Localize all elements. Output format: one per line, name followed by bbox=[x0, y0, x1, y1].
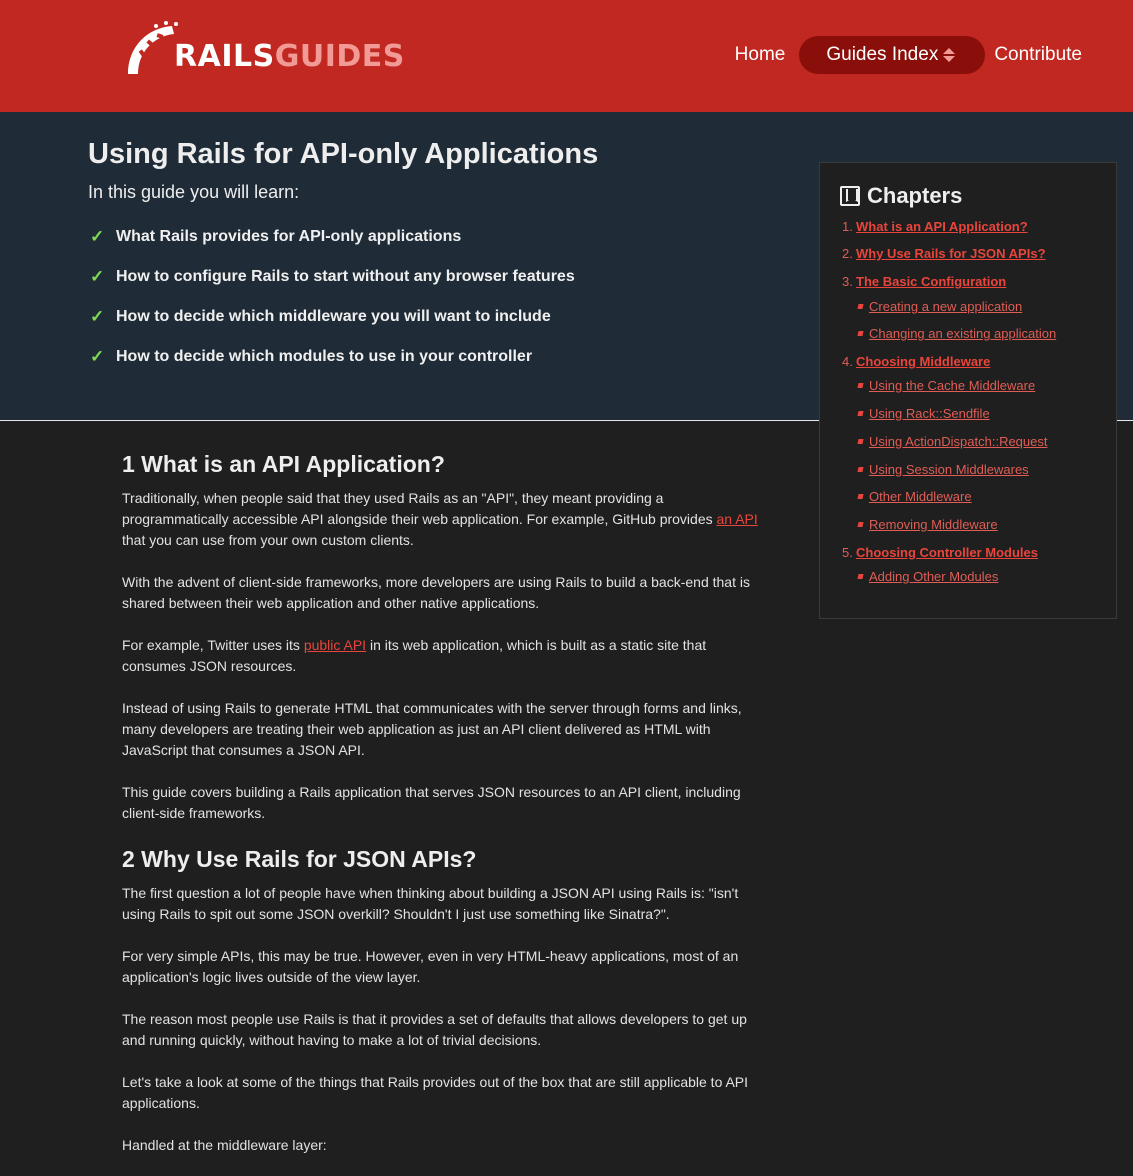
learn-item: ✓ What Rails provides for API-only applic… bbox=[90, 227, 462, 246]
rails-logo-icon bbox=[128, 21, 178, 74]
section-heading: 2 Why Use Rails for JSON APIs? bbox=[122, 846, 477, 872]
toc-number: 2. bbox=[842, 246, 853, 261]
bullet-icon bbox=[857, 522, 864, 527]
paragraph: This guide covers building a Rails appli… bbox=[122, 784, 741, 821]
bullet-icon bbox=[857, 331, 864, 336]
bullet-icon bbox=[857, 494, 864, 499]
chapters-heading: Chapters bbox=[840, 183, 962, 209]
nav-contribute-link[interactable]: Contribute bbox=[994, 44, 1082, 66]
paragraph: For very simple APIs, this may be true. … bbox=[122, 948, 739, 985]
twitter-public-api-link[interactable]: public API bbox=[304, 637, 366, 653]
bullet-icon bbox=[857, 467, 864, 472]
toc-link-choosing-middleware[interactable]: Choosing Middleware bbox=[856, 354, 990, 369]
toc-link-why-rails-json[interactable]: Why Use Rails for JSON APIs? bbox=[856, 246, 1046, 261]
toc-link-other-middleware[interactable]: Other Middleware bbox=[869, 489, 972, 504]
paragraph: Handled at the middleware layer: bbox=[122, 1137, 327, 1153]
learn-item: ✓ How to configure Rails to start without… bbox=[90, 267, 575, 286]
paragraph: For example, Twitter uses its public API… bbox=[122, 637, 707, 674]
checkmark-icon: ✓ bbox=[90, 267, 105, 286]
top-navigation-bar: RAILSGUIDES Home Guides Index Contribute bbox=[0, 0, 1133, 112]
paragraph: The first question a lot of people have … bbox=[122, 885, 739, 922]
toc-link-controller-modules[interactable]: Choosing Controller Modules bbox=[856, 545, 1038, 560]
rails-guides-logo[interactable]: RAILSGUIDES bbox=[126, 18, 405, 74]
page-title: Using Rails for API-only Applications bbox=[88, 138, 599, 170]
toc-link-cache-middleware[interactable]: Using the Cache Middleware bbox=[869, 378, 1035, 393]
toc-link-creating-new-app[interactable]: Creating a new application bbox=[869, 299, 1022, 314]
toc-link-basic-configuration[interactable]: The Basic Configuration bbox=[856, 274, 1006, 289]
learn-item: ✓ How to decide which middleware you will… bbox=[90, 307, 551, 326]
toc-link-rack-sendfile[interactable]: Using Rack::Sendfile bbox=[869, 406, 990, 421]
toc-link-changing-existing-app[interactable]: Changing an existing application bbox=[869, 326, 1056, 341]
paragraph: With the advent of client-side framework… bbox=[122, 574, 750, 611]
toc-number: 1. bbox=[842, 219, 853, 234]
section-heading: 1 What is an API Application? bbox=[122, 451, 445, 477]
learn-item: ✓ How to decide which modules to use in y… bbox=[90, 347, 533, 366]
bullet-icon bbox=[857, 439, 864, 444]
sort-arrows-icon bbox=[943, 48, 956, 62]
bullet-icon bbox=[857, 304, 864, 309]
learn-list: ✓ What Rails provides for API-only applic… bbox=[90, 226, 575, 386]
checkmark-icon: ✓ bbox=[90, 347, 105, 366]
logo-guides-text: GUIDES bbox=[274, 39, 405, 74]
toc-link-removing-middleware[interactable]: Removing Middleware bbox=[869, 517, 998, 532]
toc-number: 4. bbox=[842, 354, 853, 369]
toc-link-adding-other-modules[interactable]: Adding Other Modules bbox=[869, 569, 998, 584]
nav-home-link[interactable]: Home bbox=[735, 44, 786, 66]
bullet-icon bbox=[857, 383, 864, 388]
bookmark-icon bbox=[840, 186, 860, 206]
toc-link-actiondispatch-request[interactable]: Using ActionDispatch::Request bbox=[869, 434, 1047, 449]
paragraph: The reason most people use Rails is that… bbox=[122, 1011, 747, 1048]
guides-index-label: Guides Index bbox=[826, 44, 939, 65]
toc-number: 3. bbox=[842, 274, 853, 289]
main-nav: Home Guides Index Contribute bbox=[735, 36, 1082, 74]
bullet-icon bbox=[857, 574, 864, 579]
logo-rails-text: RAILS bbox=[174, 39, 275, 74]
guides-index-button[interactable]: Guides Index bbox=[799, 36, 986, 74]
bullet-icon bbox=[857, 411, 864, 416]
toc-link-session-middlewares[interactable]: Using Session Middlewares bbox=[869, 462, 1029, 477]
chapters-panel: Chapters 1. What is an API Application? … bbox=[819, 162, 1117, 619]
toc-link-what-is-api[interactable]: What is an API Application? bbox=[856, 219, 1028, 234]
checkmark-icon: ✓ bbox=[90, 307, 105, 326]
github-api-link[interactable]: an API bbox=[717, 511, 758, 527]
toc-number: 5. bbox=[842, 545, 853, 560]
paragraph: Traditionally, when people said that the… bbox=[122, 490, 758, 548]
paragraph: Let's take a look at some of the things … bbox=[122, 1074, 749, 1111]
guide-content: 1 What is an API Application? Traditiona… bbox=[122, 440, 762, 1156]
checkmark-icon: ✓ bbox=[90, 227, 105, 246]
intro-lead: In this guide you will learn: bbox=[88, 182, 300, 202]
paragraph: Instead of using Rails to generate HTML … bbox=[122, 700, 742, 758]
